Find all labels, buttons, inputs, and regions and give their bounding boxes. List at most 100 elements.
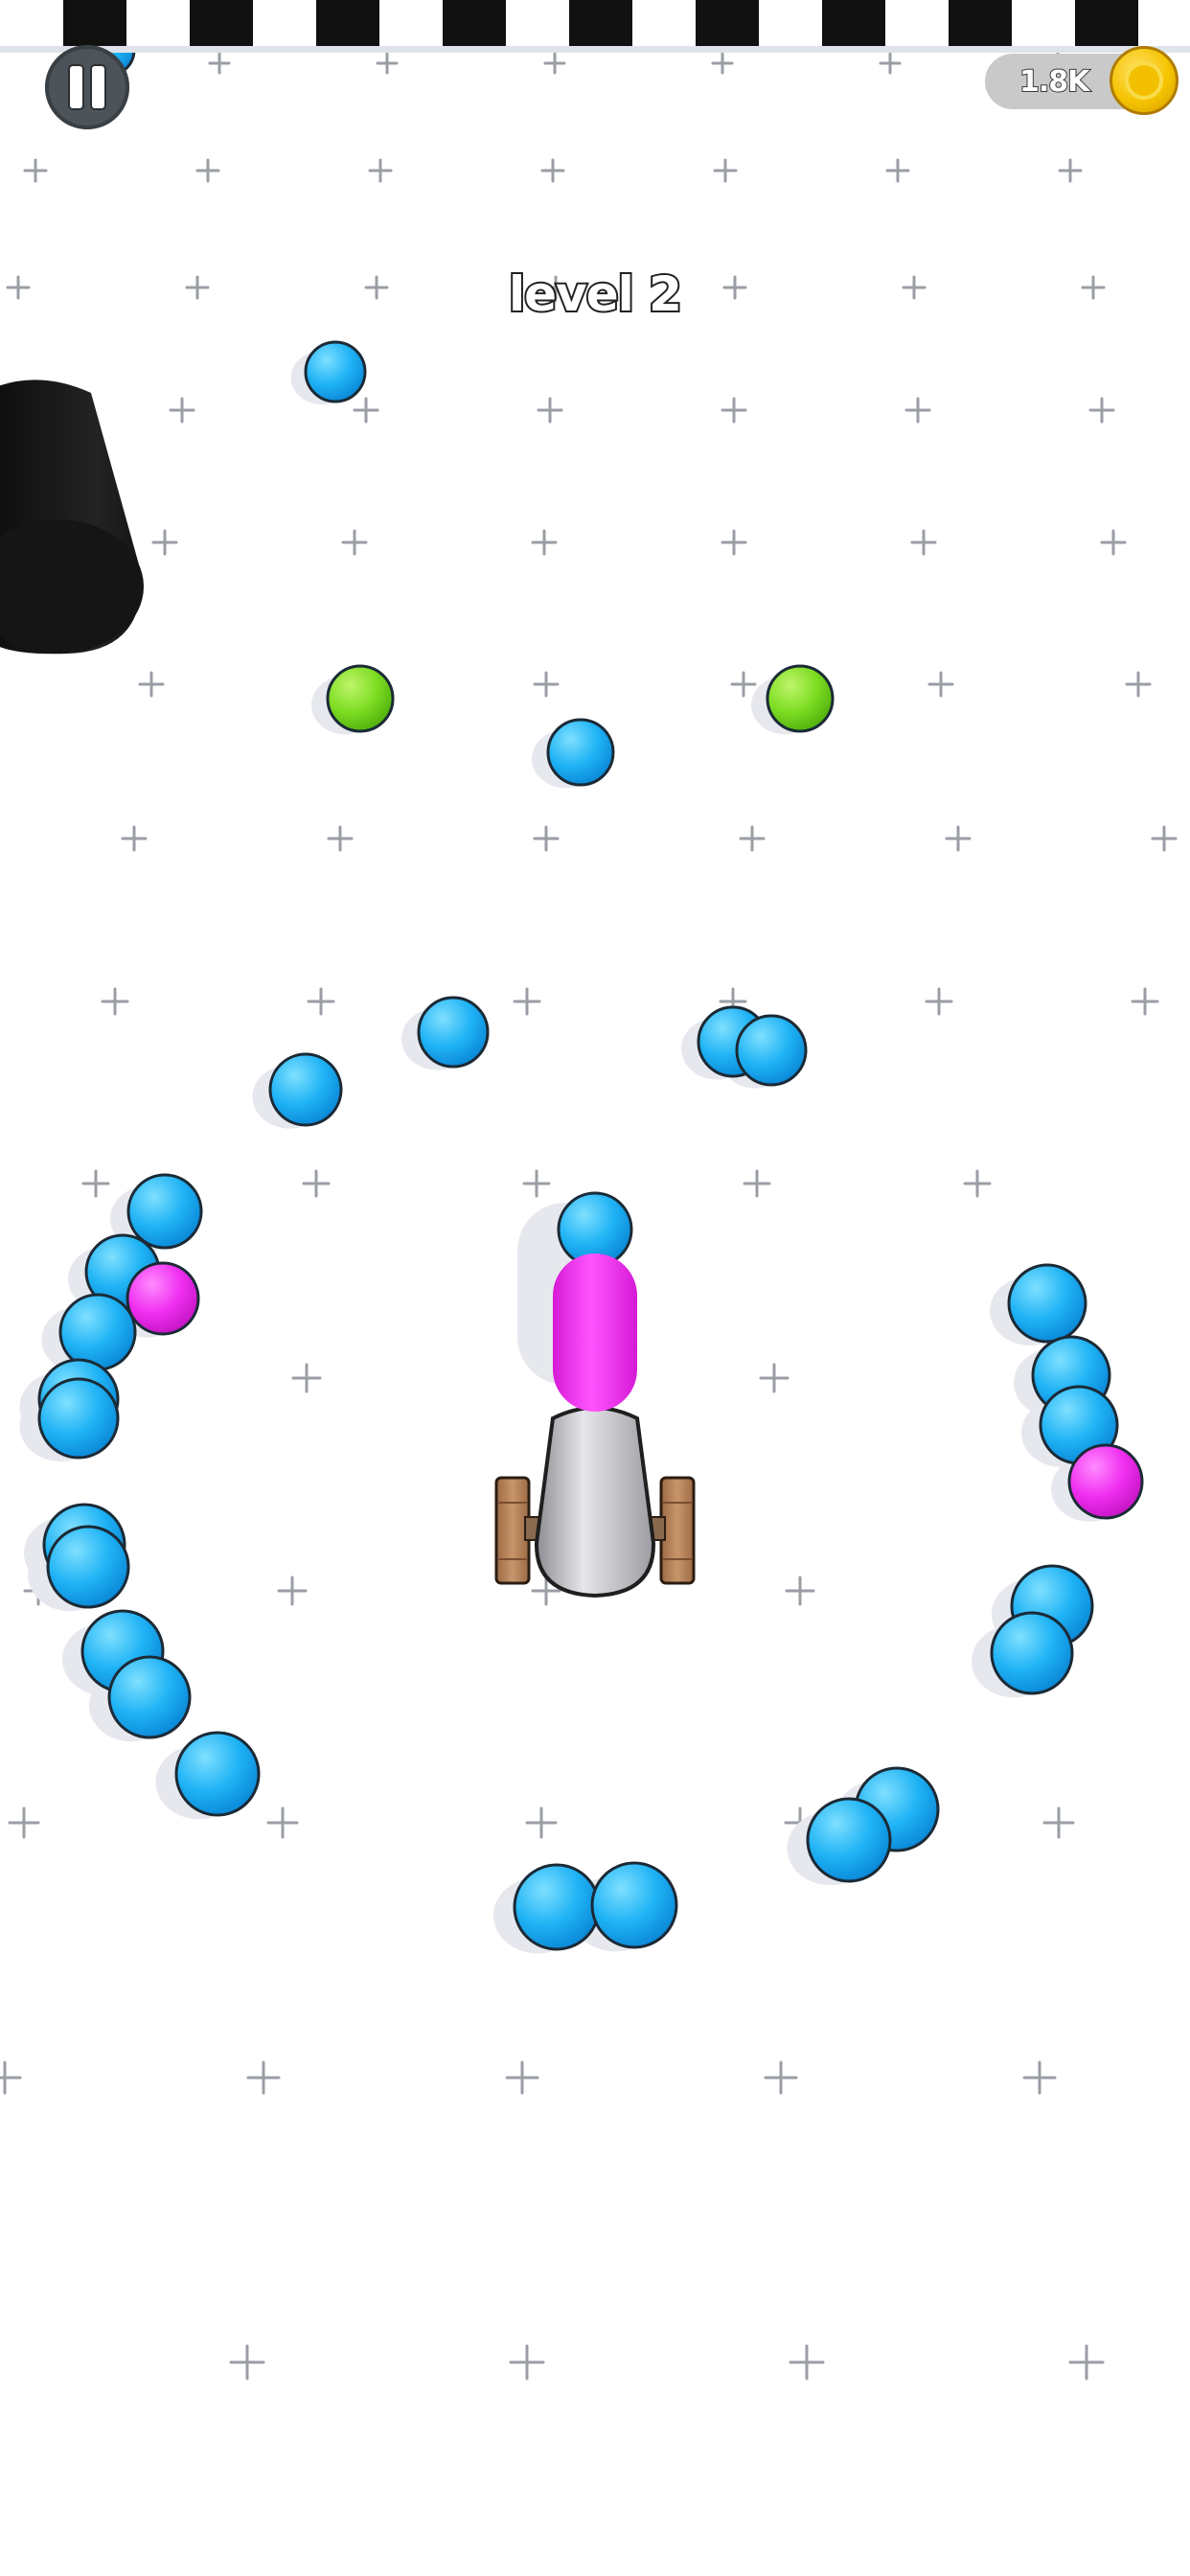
plus-mark xyxy=(730,671,757,698)
plus-mark xyxy=(1151,825,1178,852)
pause-icon-bar xyxy=(70,66,82,108)
plus-mark xyxy=(721,529,747,556)
blue-ball xyxy=(990,1611,1074,1695)
plus-mark xyxy=(1068,2344,1105,2380)
plus-mark xyxy=(266,1806,299,1839)
finish-line-stripe xyxy=(949,0,1012,46)
finish-line-stripe xyxy=(379,0,443,46)
plus-mark xyxy=(307,987,335,1016)
plus-mark xyxy=(713,158,738,183)
blue-ball xyxy=(806,1797,892,1883)
plus-mark xyxy=(1125,671,1152,698)
plus-mark xyxy=(533,825,560,852)
plus-mark xyxy=(23,158,48,183)
finish-line-stripe xyxy=(696,0,759,46)
finish-line-stripe xyxy=(190,0,253,46)
blue-ball xyxy=(304,340,367,403)
plus-mark xyxy=(509,2344,545,2380)
plus-mark xyxy=(945,825,972,852)
plus-mark xyxy=(121,825,148,852)
blue-ball xyxy=(590,1861,678,1949)
plus-mark xyxy=(789,2344,825,2380)
obstacle-cylinder xyxy=(0,380,144,655)
plus-mark xyxy=(533,671,560,698)
plus-mark xyxy=(138,671,165,698)
blue-ball xyxy=(126,1173,203,1250)
plus-mark xyxy=(522,1169,551,1198)
pause-button[interactable] xyxy=(45,45,129,129)
blue-ball xyxy=(174,1731,261,1817)
plus-mark xyxy=(208,52,231,75)
plus-mark xyxy=(341,529,368,556)
finish-line-stripe xyxy=(253,0,316,46)
plus-mark xyxy=(8,1806,40,1839)
plus-mark xyxy=(927,671,954,698)
plus-mark xyxy=(879,52,902,75)
plus-mark xyxy=(505,2060,539,2095)
pause-icon xyxy=(68,66,106,108)
finish-line-stripe xyxy=(443,0,506,46)
plus-mark xyxy=(291,1363,322,1393)
finish-line-stripe xyxy=(1075,0,1138,46)
coin-icon-inner xyxy=(1125,61,1163,100)
plus-mark xyxy=(169,397,195,424)
plus-mark xyxy=(376,52,399,75)
green-ball xyxy=(326,664,395,733)
finish-line-stripe xyxy=(759,0,822,46)
loaded-magenta-capsule xyxy=(553,1254,637,1412)
plus-mark xyxy=(246,2060,281,2095)
plus-mark xyxy=(721,397,747,424)
cannon-wheel-right xyxy=(659,1476,696,1585)
finish-line-stripe xyxy=(506,0,569,46)
plus-mark xyxy=(537,397,563,424)
plus-mark xyxy=(739,825,766,852)
magenta-ball xyxy=(1067,1443,1144,1520)
blue-ball xyxy=(417,996,490,1069)
plus-mark xyxy=(1131,987,1159,1016)
finish-line-stripe xyxy=(822,0,885,46)
finish-line-stripe xyxy=(632,0,696,46)
plus-mark xyxy=(277,1576,308,1606)
plus-mark xyxy=(1088,397,1115,424)
plus-mark xyxy=(785,1576,815,1606)
plus-mark xyxy=(711,52,734,75)
plus-mark xyxy=(1022,2060,1057,2095)
finish-line-base xyxy=(0,46,1190,53)
finish-line xyxy=(0,0,1190,46)
plus-mark xyxy=(353,397,379,424)
finish-line-stripe xyxy=(126,0,190,46)
plus-mark xyxy=(1100,529,1127,556)
blue-ball xyxy=(107,1655,192,1739)
blue-ball xyxy=(58,1293,137,1371)
pause-icon-bar xyxy=(92,66,104,108)
green-ball xyxy=(766,664,835,733)
finish-line-stripe xyxy=(1138,0,1190,46)
plus-mark xyxy=(101,987,129,1016)
plus-mark xyxy=(543,52,566,75)
plus-mark xyxy=(0,2060,22,2095)
blue-ball xyxy=(735,1014,808,1087)
finish-line-stripe xyxy=(569,0,632,46)
plus-mark xyxy=(540,158,565,183)
blue-ball xyxy=(513,1863,601,1951)
plus-mark xyxy=(229,2344,265,2380)
plus-mark xyxy=(302,1169,331,1198)
plus-mark xyxy=(531,529,558,556)
plus-mark xyxy=(195,158,220,183)
plus-mark xyxy=(327,825,354,852)
finish-line-stripe xyxy=(1012,0,1075,46)
plus-mark xyxy=(904,397,931,424)
finish-line-stripe xyxy=(63,0,126,46)
blue-ball xyxy=(546,718,615,787)
coin-count: 1.8K xyxy=(1018,64,1090,100)
plus-mark xyxy=(743,1169,771,1198)
plus-mark xyxy=(513,987,541,1016)
blue-ball xyxy=(1007,1263,1087,1344)
blue-ball xyxy=(46,1525,130,1609)
plus-mark xyxy=(963,1169,992,1198)
plus-mark xyxy=(910,529,937,556)
game-board[interactable] xyxy=(0,0,1190,2576)
finish-line-stripe xyxy=(0,0,63,46)
plus-mark xyxy=(885,158,910,183)
cannon-barrel xyxy=(534,1406,656,1598)
